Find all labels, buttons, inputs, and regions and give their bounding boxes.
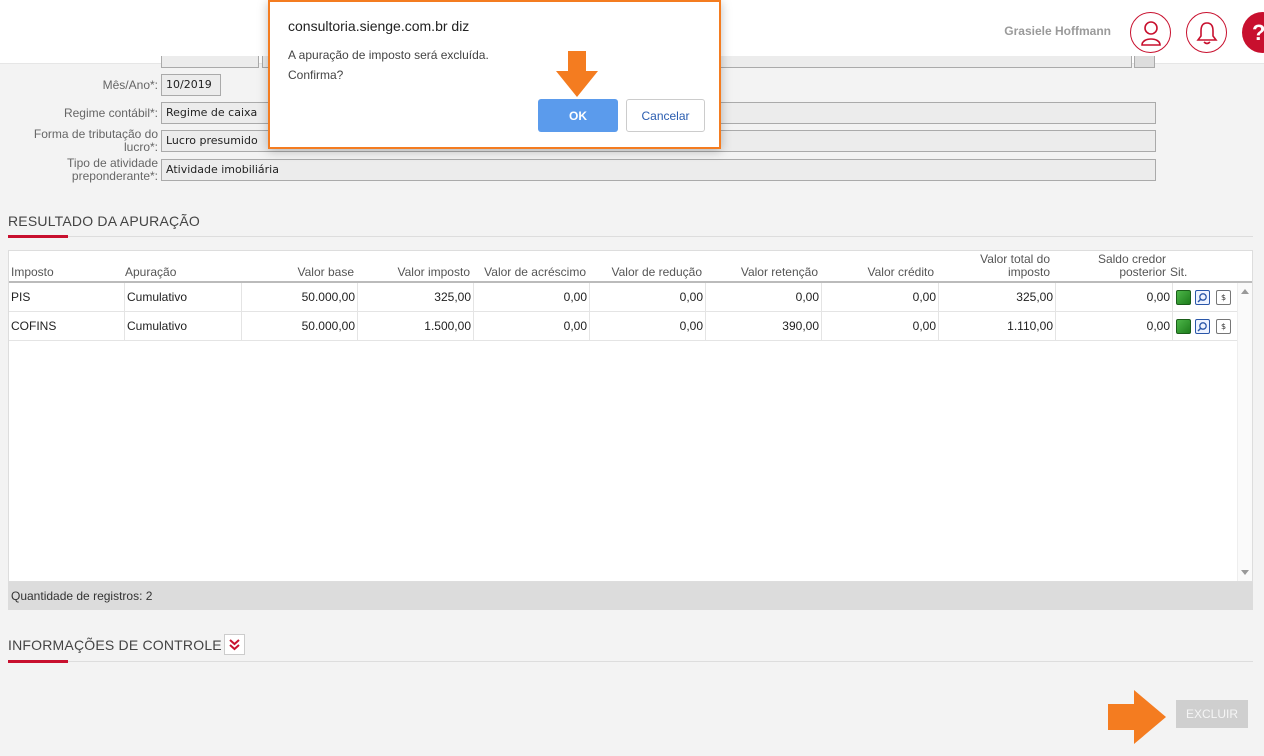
cell-apuracao: Cumulativo bbox=[125, 312, 242, 341]
cell-valor-credito: 0,00 bbox=[822, 283, 939, 312]
header-imposto[interactable]: Imposto bbox=[11, 251, 121, 281]
cell-valor-base: 50.000,00 bbox=[242, 283, 358, 312]
dialog-confirm-text: Confirma? bbox=[288, 68, 344, 82]
header-valor-total[interactable]: Valor total do imposto bbox=[939, 251, 1050, 281]
cell-valor-retencao: 390,00 bbox=[706, 312, 822, 341]
resultado-grid: Imposto Apuração Valor base Valor impost… bbox=[8, 250, 1253, 582]
search-icon[interactable] bbox=[1195, 290, 1210, 305]
confirm-dialog: consultoria.sienge.com.br diz A apuração… bbox=[268, 0, 721, 149]
header-saldo-line2: posterior bbox=[1119, 265, 1166, 279]
status-green-icon[interactable] bbox=[1176, 319, 1191, 334]
resultado-accent bbox=[8, 235, 68, 238]
tipo-atividade-label: Tipo de atividade preponderante*: bbox=[67, 157, 158, 183]
cell-valor-total: 1.110,00 bbox=[939, 312, 1056, 341]
double-chevron-down-icon bbox=[229, 639, 240, 651]
header-valor-credito[interactable]: Valor crédito bbox=[823, 251, 934, 281]
cell-valor-total: 325,00 bbox=[939, 283, 1056, 312]
cell-valor-base: 50.000,00 bbox=[242, 312, 358, 341]
resultado-title: RESULTADO DA APURAÇÃO bbox=[8, 213, 200, 229]
cell-valor-retencao: 0,00 bbox=[706, 283, 822, 312]
cell-apuracao: Cumulativo bbox=[125, 283, 242, 312]
mes-ano-field[interactable]: 10/2019 bbox=[161, 74, 221, 96]
mes-ano-label: Mês/Ano*: bbox=[102, 78, 158, 92]
cell-valor-reducao: 0,00 bbox=[590, 312, 706, 341]
tipo-atividade-label-line2: preponderante*: bbox=[71, 169, 158, 183]
grid-header: Imposto Apuração Valor base Valor impost… bbox=[9, 251, 1252, 283]
header-saldo-credor[interactable]: Saldo credor posterior bbox=[1055, 251, 1166, 281]
forma-tributacao-label-line2: lucro*: bbox=[123, 140, 158, 154]
bell-icon bbox=[1195, 21, 1218, 44]
header-valor-base[interactable]: Valor base bbox=[243, 251, 354, 281]
controle-divider bbox=[8, 661, 1253, 662]
table-row[interactable]: COFINS Cumulativo 50.000,00 1.500,00 0,0… bbox=[9, 312, 1237, 341]
header-valor-reducao[interactable]: Valor de redução bbox=[591, 251, 702, 281]
header-apuracao[interactable]: Apuração bbox=[125, 251, 235, 281]
document-money-icon[interactable]: $ bbox=[1216, 290, 1231, 305]
cell-saldo-credor: 0,00 bbox=[1056, 283, 1173, 312]
record-count: Quantidade de registros: 2 bbox=[8, 582, 1253, 610]
table-row[interactable]: PIS Cumulativo 50.000,00 325,00 0,00 0,0… bbox=[9, 283, 1237, 312]
notifications-button[interactable] bbox=[1186, 12, 1227, 53]
cell-valor-credito: 0,00 bbox=[822, 312, 939, 341]
cell-valor-acrescimo: 0,00 bbox=[474, 283, 590, 312]
cell-imposto: PIS bbox=[9, 283, 125, 312]
dialog-message: A apuração de imposto será excluída. bbox=[288, 48, 489, 62]
cell-valor-reducao: 0,00 bbox=[590, 283, 706, 312]
ok-button[interactable]: OK bbox=[538, 99, 618, 132]
cell-valor-acrescimo: 0,00 bbox=[474, 312, 590, 341]
grid-scrollbar[interactable] bbox=[1237, 283, 1252, 581]
hidden-field-button[interactable] bbox=[1134, 56, 1155, 68]
controle-title: INFORMAÇÕES DE CONTROLE bbox=[8, 637, 222, 653]
controle-accent bbox=[8, 660, 68, 663]
tipo-atividade-field[interactable]: Atividade imobiliária bbox=[161, 159, 1156, 181]
header-valor-imposto[interactable]: Valor imposto bbox=[359, 251, 470, 281]
dialog-origin: consultoria.sienge.com.br diz bbox=[288, 18, 470, 34]
document-money-icon[interactable]: $ bbox=[1216, 319, 1231, 334]
cell-saldo-credor: 0,00 bbox=[1056, 312, 1173, 341]
user-icon bbox=[1140, 20, 1161, 46]
user-profile-button[interactable] bbox=[1130, 12, 1171, 53]
header-valor-acrescimo[interactable]: Valor de acréscimo bbox=[475, 251, 586, 281]
arrow-down-annotation-icon bbox=[556, 51, 598, 97]
forma-tributacao-label: Forma de tributação do lucro*: bbox=[34, 128, 158, 154]
status-green-icon[interactable] bbox=[1176, 290, 1191, 305]
header-valor-retencao[interactable]: Valor retenção bbox=[707, 251, 818, 281]
cell-imposto: COFINS bbox=[9, 312, 125, 341]
scroll-down-icon[interactable] bbox=[1241, 570, 1249, 575]
arrow-right-annotation-icon bbox=[1108, 690, 1166, 744]
resultado-divider bbox=[8, 236, 1253, 237]
header-situacao[interactable]: Sit. bbox=[1170, 251, 1200, 281]
scroll-up-icon[interactable] bbox=[1241, 289, 1249, 294]
search-icon[interactable] bbox=[1195, 319, 1210, 334]
regime-contabil-label: Regime contábil*: bbox=[63, 106, 158, 120]
header-valor-total-line2: imposto bbox=[1007, 265, 1050, 279]
expand-controle-button[interactable] bbox=[224, 634, 245, 655]
cancel-button[interactable]: Cancelar bbox=[626, 99, 705, 132]
help-icon: ? bbox=[1252, 20, 1264, 45]
cell-valor-imposto: 325,00 bbox=[358, 283, 474, 312]
user-name[interactable]: Grasiele Hoffmann bbox=[1004, 24, 1111, 38]
excluir-button[interactable]: EXCLUIR bbox=[1176, 700, 1248, 728]
help-button[interactable]: ? bbox=[1242, 12, 1264, 53]
hidden-field-left bbox=[161, 56, 259, 68]
cell-valor-imposto: 1.500,00 bbox=[358, 312, 474, 341]
